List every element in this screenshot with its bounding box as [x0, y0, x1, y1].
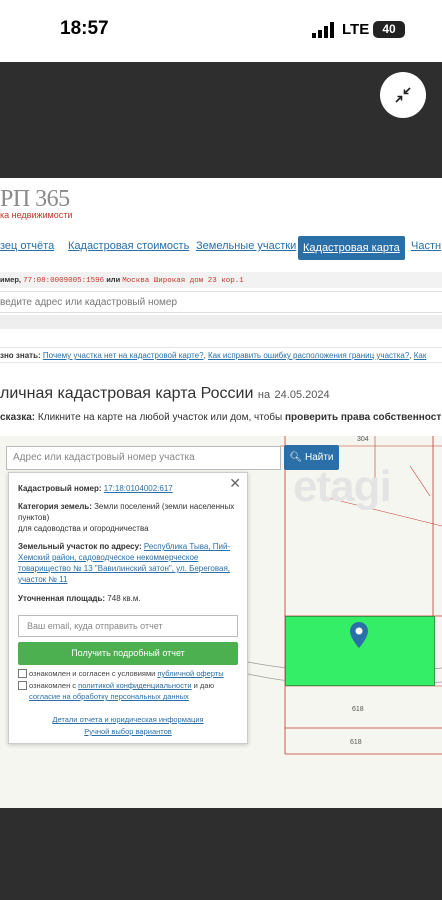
land-category-line2: для садоводства и огородничества — [18, 524, 149, 533]
nav-land-plots[interactable]: Земельные участки — [196, 240, 296, 252]
page-title-text: личная кадастровая карта России — [0, 385, 254, 402]
web-page: РП 365 ка недвижимости зец отчёта Кадаст… — [0, 178, 442, 808]
offer-consent-label: ознакомлен и согласен с условиями публич… — [29, 668, 239, 679]
network-label: LTE — [342, 21, 370, 38]
personal-data-link[interactable]: согласие на обработку персональных данны… — [29, 692, 189, 701]
address-label: Земельный участок по адресу: — [18, 542, 142, 551]
privacy-policy-link[interactable]: политикой конфиденциальности — [78, 681, 191, 690]
cadastral-number-label: Кадастровый номер: — [18, 484, 102, 493]
collapse-button[interactable] — [380, 72, 426, 118]
email-input[interactable]: Ваш email, куда отправить отчет — [18, 615, 238, 637]
land-category-label: Категория земель: — [18, 502, 92, 511]
map-hint: сказка: Кликните на карте на любой участ… — [0, 412, 442, 423]
find-button[interactable]: 🔍︎ Найти — [284, 445, 339, 470]
useful-links-bar: зно знать: Почему участка нет на кадастр… — [0, 347, 442, 363]
map-search-input[interactable]: Адрес или кадастровый номер участка — [6, 446, 281, 470]
nav-cadastral-value[interactable]: Кадастровая стоимость — [68, 240, 189, 252]
find-button-label: Найти — [304, 452, 334, 463]
example-prefix: имер, — [0, 275, 24, 284]
hint-label: сказка: — [0, 412, 36, 423]
offer-checkbox[interactable] — [18, 669, 27, 678]
cadastral-number-row: Кадастровый номер: 17:18:0104002:617 — [18, 483, 240, 494]
signal-icon — [312, 22, 334, 38]
nav-sample-report[interactable]: зец отчёта — [0, 240, 54, 252]
address-row: Земельный участок по адресу: Республика … — [18, 541, 240, 585]
land-category-row: Категория земель: Земли поселений (земли… — [18, 501, 240, 523]
search-icon: 🔍︎ — [289, 452, 303, 463]
manual-selection-link[interactable]: Ручной выбор вариантов — [9, 727, 247, 736]
useful-link-boundary-error[interactable]: Как исправить ошибку расположения границ… — [208, 351, 409, 360]
example-or: или — [104, 275, 123, 284]
hint-bold: проверить права собственности и о — [284, 412, 442, 423]
offer-consent-text: ознакомлен и согласен с условиями — [29, 669, 158, 678]
nav-private[interactable]: Частн — [411, 240, 441, 252]
area-row: Уточненная площадь: 748 кв.м. — [18, 593, 240, 604]
privacy-consent-label: ознакомлен с политикой конфиденциальност… — [29, 680, 239, 702]
site-logo[interactable]: РП 365 — [0, 186, 70, 213]
collapse-arrows-icon — [395, 87, 411, 103]
privacy-consent-text2: и даю — [191, 681, 215, 690]
status-time: 18:57 — [60, 18, 109, 39]
cadastral-map[interactable]: etagi Адрес или кадастровый номер участк… — [0, 436, 442, 808]
page-title: личная кадастровая карта России на 24.05… — [0, 385, 330, 403]
parcel-info-popup: ✕ Кадастровый номер: 17:18:0104002:617 К… — [8, 472, 248, 744]
public-offer-link[interactable]: публичной оферты — [157, 669, 223, 678]
main-nav: зец отчёта Кадастровая стоимость Земельн… — [0, 236, 442, 260]
example-bar: имер, 77:08:0009005:1596 или Москва Широ… — [0, 272, 442, 288]
viewer-top-area — [0, 62, 442, 178]
area-label: Уточненная площадь: — [18, 594, 106, 603]
useful-link-more[interactable]: Как — [414, 351, 427, 360]
page-date-prefix: на — [257, 389, 271, 401]
useful-link-missing-plot[interactable]: Почему участка нет на кадастровой карте? — [43, 351, 204, 360]
parcel-number-label: 304 — [357, 436, 369, 443]
area-value: 748 кв.м. — [107, 594, 141, 603]
nav-cadastral-map[interactable]: Кадастровая карта — [298, 236, 405, 260]
phone-screen: 18:57 LTE 40 РП 365 ка недвижимости зец … — [0, 0, 442, 900]
hint-text: Кликните на карте на любой участок или д… — [35, 412, 285, 423]
example-code[interactable]: 77:08:0009005:1596 — [23, 277, 104, 285]
example-address[interactable]: Москва Широкая дом 23 кор.1 — [122, 277, 244, 285]
useful-prefix: зно знать: — [0, 351, 41, 360]
location-pin-icon[interactable] — [350, 622, 368, 648]
page-date: 24.05.2024 — [274, 389, 330, 401]
divider-bar — [0, 315, 442, 329]
battery-icon: 40 — [373, 21, 405, 38]
parcel-number-label: 618 — [350, 739, 362, 746]
status-bar: 18:57 LTE 40 — [0, 0, 442, 62]
cadastral-number-link[interactable]: 17:18:0104002:617 — [104, 484, 173, 493]
site-logo-subtitle: ка недвижимости — [0, 210, 73, 220]
top-search-input[interactable]: ведите адрес или кадастровый номер — [0, 291, 442, 313]
details-link[interactable]: Детали отчета и юридическая информация — [9, 715, 247, 724]
get-report-button[interactable]: Получить подробный отчет — [18, 642, 238, 665]
privacy-consent-text: ознакомлен с — [29, 681, 79, 690]
privacy-checkbox[interactable] — [18, 681, 27, 690]
parcel-number-label: 618 — [352, 706, 364, 713]
viewer-bottom-area — [0, 808, 442, 900]
